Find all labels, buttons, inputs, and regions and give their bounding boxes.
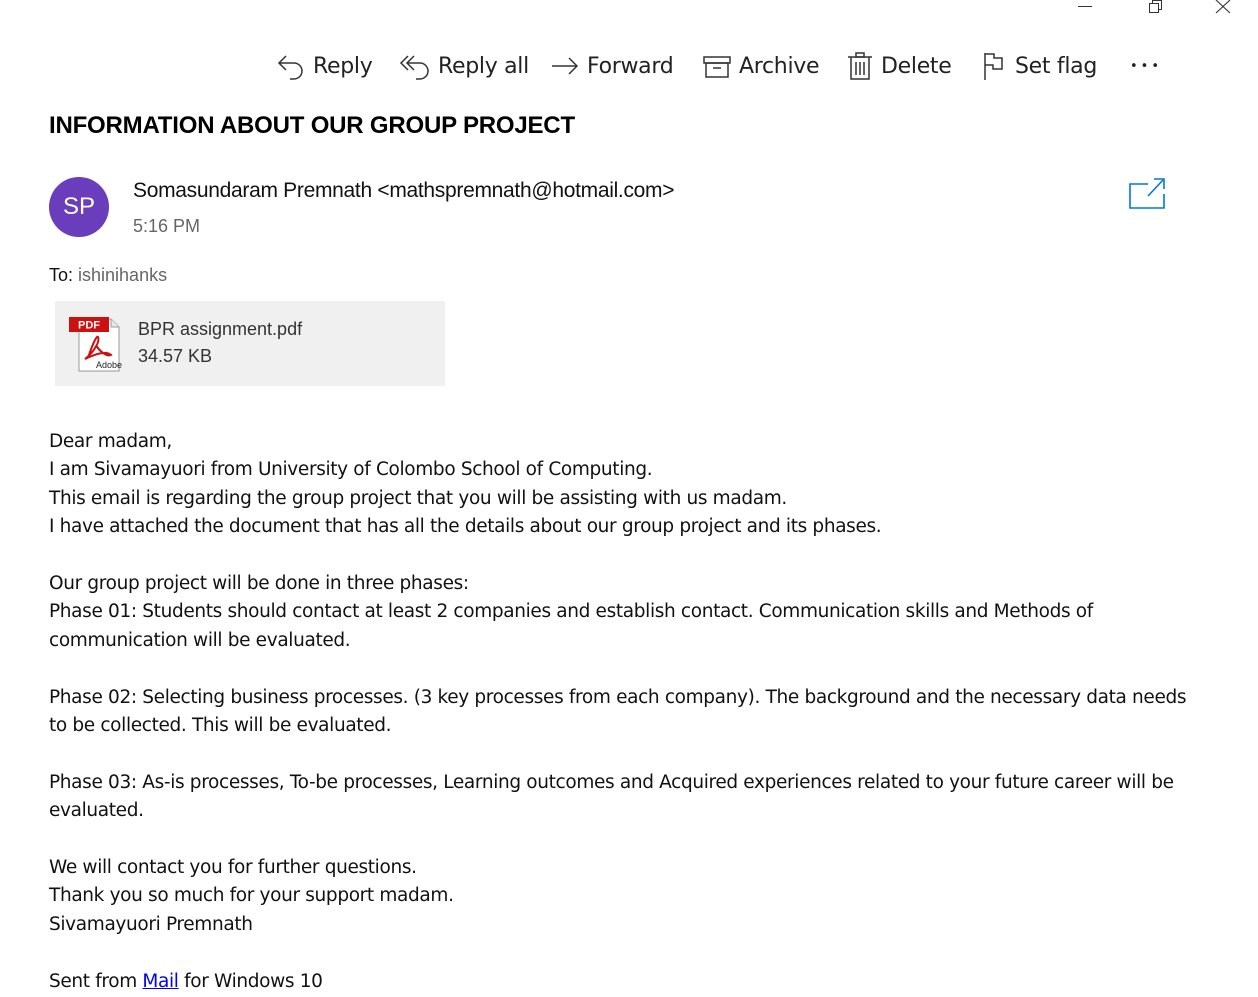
restore-icon — [1149, 0, 1162, 13]
to-label: To: — [49, 265, 74, 285]
forward-button[interactable]: Forward — [550, 48, 674, 84]
recipient-name[interactable]: ishinihanks — [78, 265, 167, 285]
message-subject: INFORMATION ABOUT OUR GROUP PROJECT — [49, 112, 575, 139]
forward-label: Forward — [587, 53, 674, 79]
pdf-badge-text: PDF — [78, 320, 100, 332]
body-paragraph: We will contact you for further question… — [49, 857, 417, 879]
attachment-card[interactable]: PDF Adobe BPR assignment.pdf 34.57 KB — [55, 301, 445, 386]
adobe-brand-text: Adobe — [96, 360, 122, 370]
body-paragraph: Phase 03: As-is processes, To-be process… — [49, 771, 1174, 822]
sender-name[interactable]: Somasundaram Premnath <mathspremnath@hot… — [133, 179, 675, 203]
attachment-name: BPR assignment.pdf — [138, 319, 303, 339]
archive-button[interactable]: Archive — [702, 48, 820, 84]
archive-label: Archive — [739, 53, 820, 79]
reply-icon — [277, 55, 303, 80]
reply-button[interactable]: Reply — [276, 48, 373, 84]
forward-arrow-icon — [552, 57, 579, 75]
body-paragraph: Dear madam, — [49, 431, 172, 452]
reply-all-icon — [399, 55, 429, 80]
sent-time: 5:16 PM — [133, 216, 201, 236]
open-in-new-window-button[interactable] — [1128, 177, 1166, 211]
body-paragraph: Thank you so much for your support madam… — [49, 885, 454, 907]
archive-icon — [703, 56, 731, 78]
message-body: Dear madam, I am Sivamayuori from Univer… — [49, 428, 1209, 996]
body-paragraph: I am Sivamayuori from University of Colo… — [49, 459, 653, 481]
close-button[interactable] — [1208, 0, 1238, 18]
set-flag-label: Set flag — [1015, 53, 1098, 79]
signature-suffix: for Windows 10 — [178, 970, 323, 992]
flag-icon — [984, 53, 1003, 80]
attachment-size: 34.57 KB — [138, 346, 213, 366]
body-paragraph: Sivamayuori Premnath — [49, 913, 253, 935]
delete-button[interactable]: Delete — [846, 48, 952, 84]
signature-line: Sent from Mail for Windows 10 — [49, 968, 1209, 996]
pdf-file-icon: PDF Adobe — [67, 315, 127, 375]
more-options-button[interactable]: ••• — [1126, 48, 1162, 84]
avatar: SP — [49, 177, 109, 237]
body-paragraph: Our group project will be done in three … — [49, 573, 469, 595]
open-in-new-window-icon — [1129, 178, 1165, 209]
body-paragraph: I have attached the document that has al… — [49, 516, 882, 538]
restore-button[interactable] — [1139, 0, 1169, 18]
recipient-line: To: ishinihanks — [49, 265, 167, 286]
body-paragraph: This email is regarding the group projec… — [49, 487, 787, 509]
set-flag-button[interactable]: Set flag — [980, 48, 1097, 84]
mail-app-link[interactable]: Mail — [142, 971, 179, 992]
minimize-button[interactable] — [1070, 0, 1100, 18]
body-paragraph: Phase 02: Selecting business processes. … — [49, 686, 1187, 737]
signature-prefix: Sent from — [49, 970, 143, 992]
minimize-icon — [1078, 6, 1092, 7]
close-icon — [1215, 0, 1231, 14]
delete-label: Delete — [881, 53, 952, 79]
reply-label: Reply — [313, 53, 373, 79]
body-paragraph: Phase 01: Students should contact at lea… — [49, 601, 1093, 651]
avatar-initials: SP — [62, 193, 95, 220]
reply-all-label: Reply all — [438, 53, 529, 79]
more-options-icon: ••• — [1130, 58, 1163, 74]
trash-icon — [848, 52, 872, 80]
reply-all-button[interactable]: Reply all — [399, 48, 529, 84]
